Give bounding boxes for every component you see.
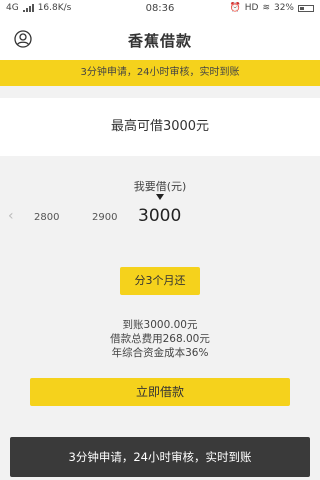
wifi-icon: ≋ bbox=[262, 3, 270, 13]
status-right: ⏰ HD ≋ 32% bbox=[230, 3, 314, 13]
selector-pointer-icon bbox=[156, 194, 164, 200]
apply-loan-button[interactable]: 立即借款 bbox=[30, 378, 290, 406]
page-title: 香蕉借款 bbox=[127, 32, 192, 50]
amount-label: 我要借(元) bbox=[133, 180, 187, 193]
top-navbar: 香蕉借款 bbox=[0, 18, 320, 60]
selected-amount[interactable]: 3000 bbox=[138, 206, 181, 226]
battery-percent: 32% bbox=[273, 3, 294, 13]
battery-icon bbox=[298, 4, 314, 12]
hd-indicator: HD bbox=[244, 3, 259, 13]
annual-rate: 年综合资金成本36% bbox=[111, 347, 209, 359]
loan-summary: 到账3000.00元 借款总费用268.00元 年综合资金成本36% bbox=[0, 318, 320, 360]
chevron-left-icon[interactable]: ‹ bbox=[8, 208, 14, 224]
notice-banner: 3分钟申请，24小时审核，实时到账 bbox=[0, 60, 320, 86]
alarm-icon: ⏰ bbox=[229, 3, 241, 13]
amount-option[interactable]: 2900 bbox=[92, 212, 117, 223]
received-amount: 到账3000.00元 bbox=[122, 319, 198, 331]
toast-message: 3分钟申请，24小时审核，实时到账 bbox=[10, 437, 310, 477]
amount-option[interactable]: 2800 bbox=[34, 212, 59, 223]
amount-picker[interactable]: 我要借(元) ‹ 2800 2900 3000 bbox=[0, 170, 320, 232]
status-bar: 4G 16.8K/s 08:36 ⏰ HD ≋ 32% bbox=[0, 0, 320, 18]
max-loan-card: 最高可借3000元 bbox=[0, 98, 320, 156]
total-fee: 借款总费用268.00元 bbox=[110, 333, 210, 345]
repay-term-button[interactable]: 分3个月还 bbox=[120, 267, 200, 295]
